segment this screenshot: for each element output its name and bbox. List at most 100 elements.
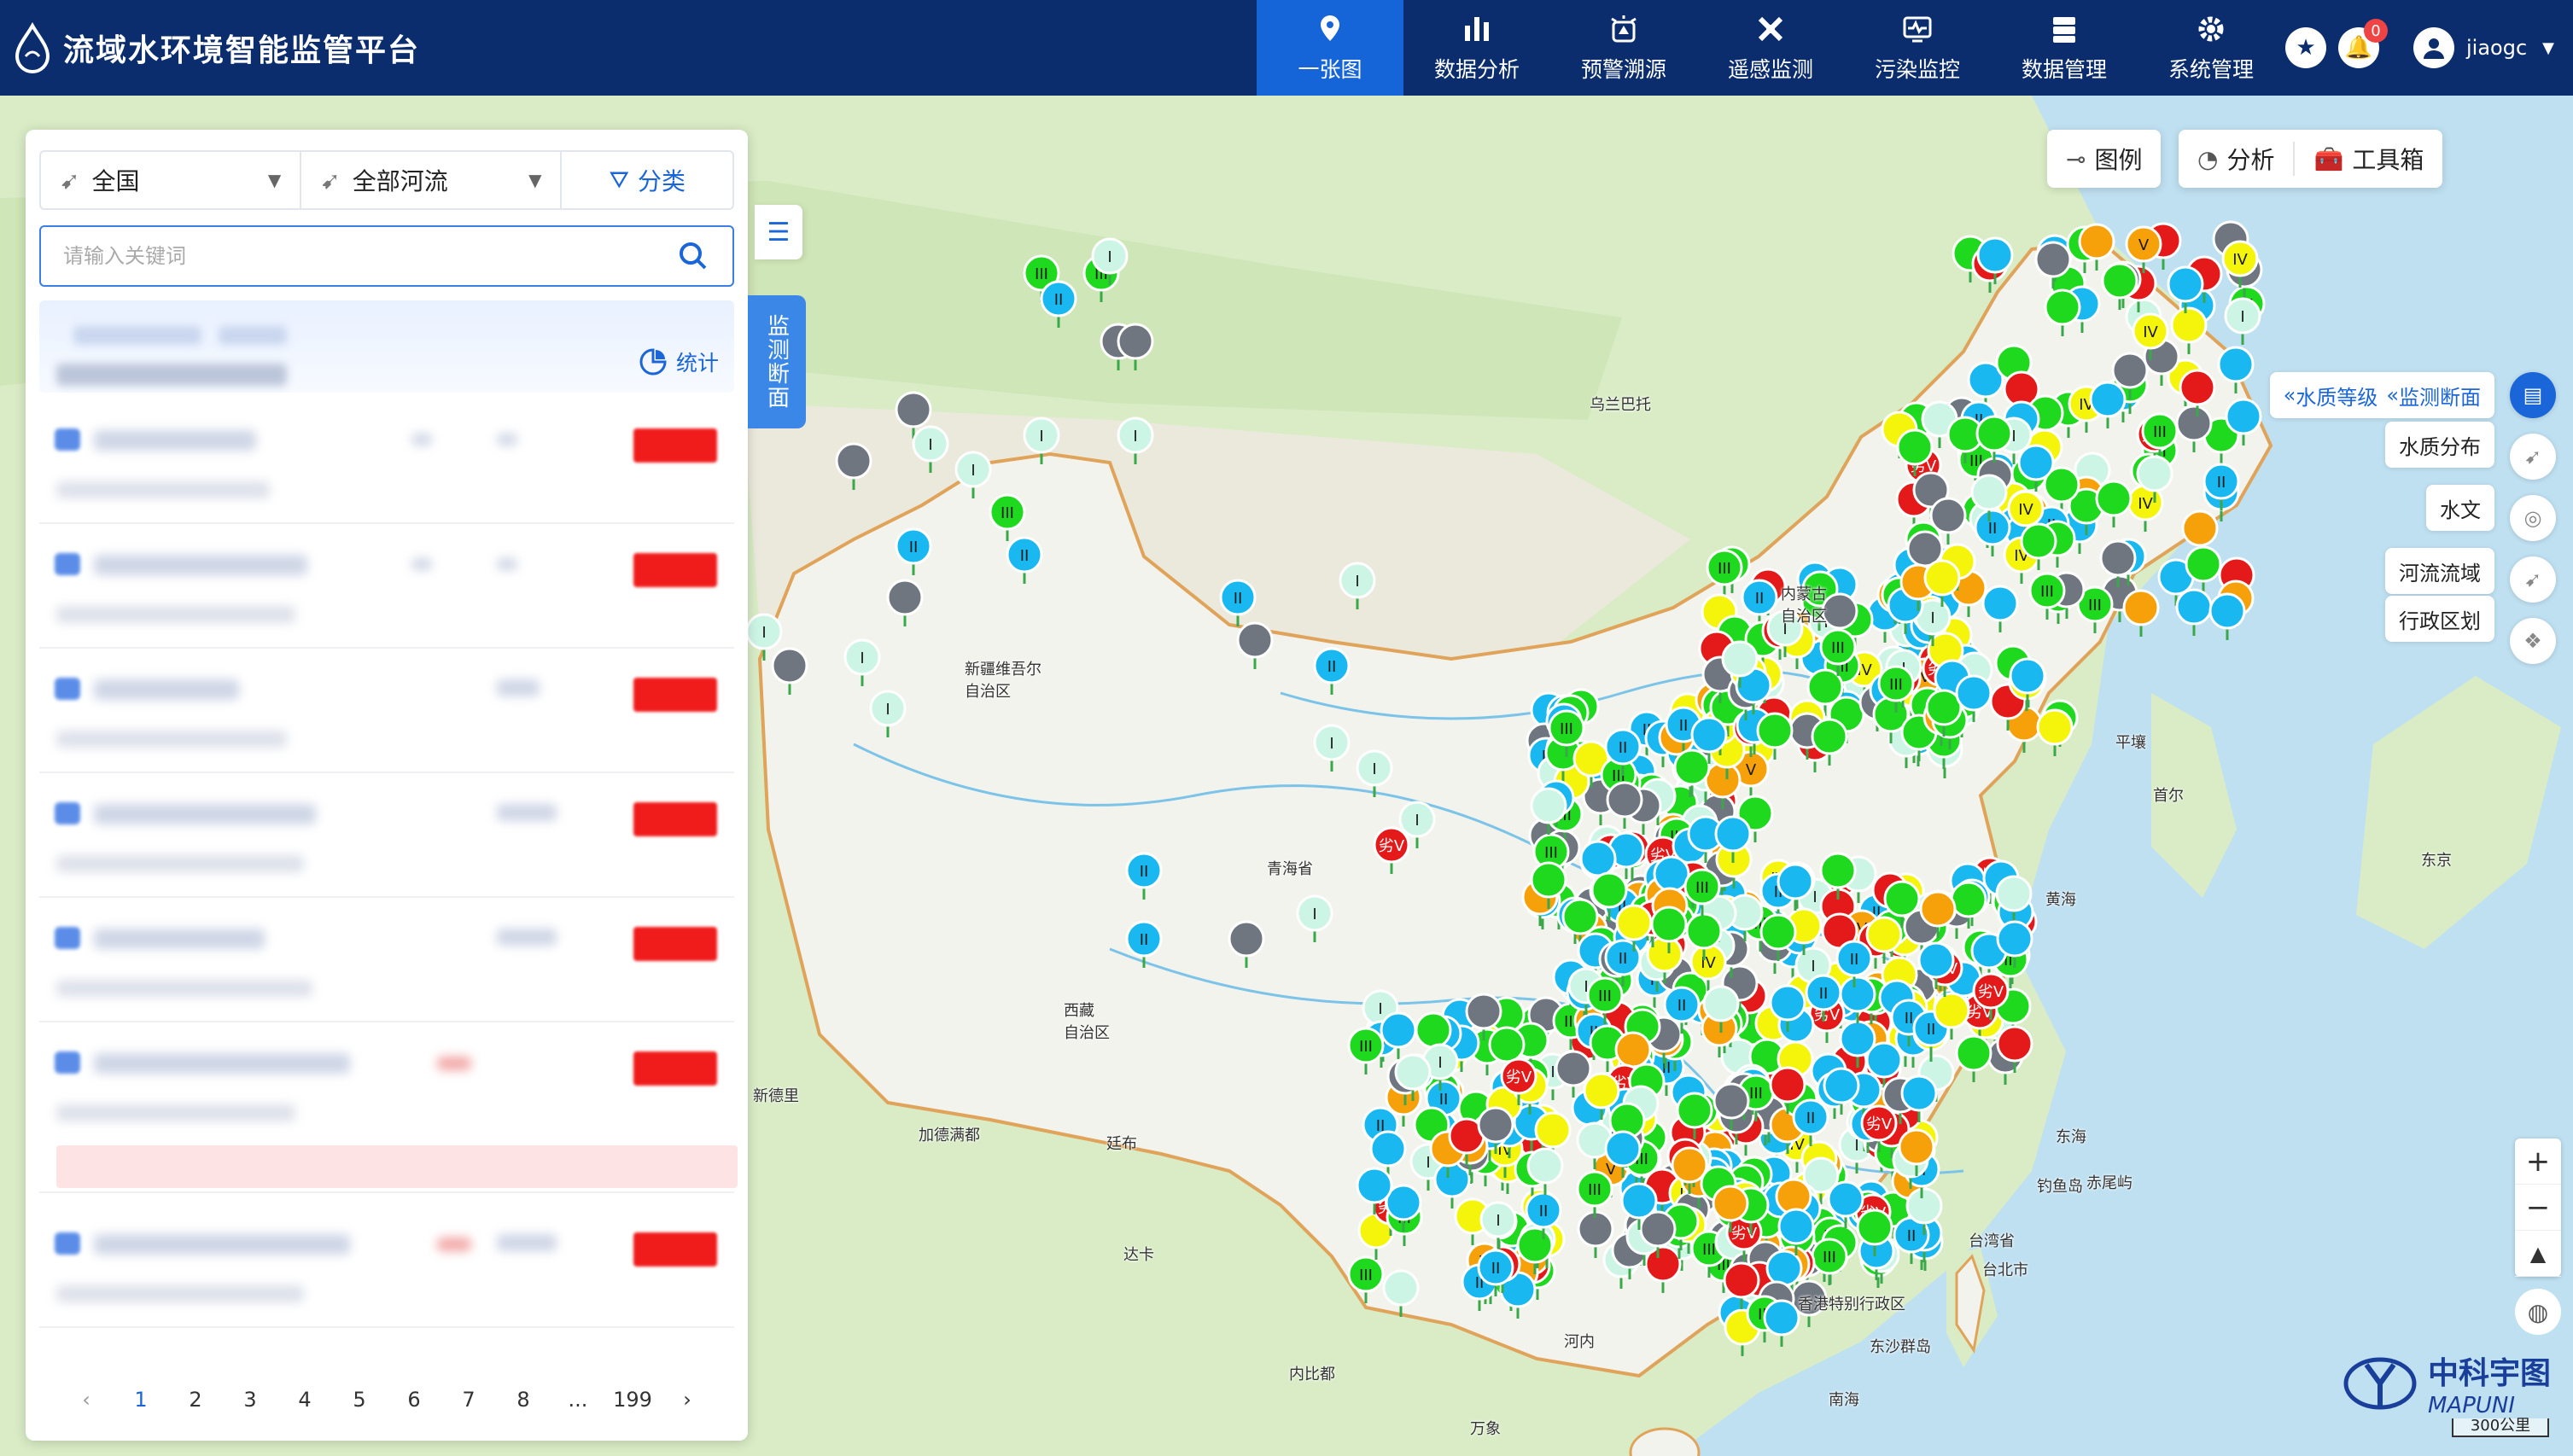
svg-text:I: I	[928, 436, 932, 454]
page-ellipsis[interactable]: ...	[551, 1388, 605, 1412]
notification-button[interactable]: 🔔 0	[2338, 19, 2388, 68]
globe-button[interactable]: ◍	[2515, 1289, 2561, 1335]
chevrons-left-icon: «	[2386, 383, 2399, 407]
search-input[interactable]	[63, 244, 676, 268]
stats-button[interactable]: 统计	[639, 347, 719, 377]
page-button[interactable]: 6	[387, 1388, 441, 1412]
svg-text:I: I	[971, 462, 975, 480]
place-label: 台湾省	[1969, 1232, 2015, 1250]
svg-text:I: I	[2240, 308, 2244, 326]
sort-option[interactable]	[73, 326, 201, 345]
section-link[interactable]: 监测断面	[2399, 381, 2481, 411]
site-detail	[56, 481, 270, 498]
pie-chart-icon	[639, 348, 667, 376]
page-button[interactable]: 2	[168, 1388, 223, 1412]
search-box	[39, 225, 734, 287]
site-detail	[56, 1104, 295, 1121]
layer-water-quality[interactable]: 水质分布	[2385, 422, 2494, 468]
svg-text:I: I	[1426, 1154, 1430, 1172]
svg-text:II: II	[1907, 1227, 1917, 1245]
chevrons-left-icon: «	[2283, 383, 2296, 407]
place-label: 香港特别行政区	[1798, 1296, 1905, 1313]
username[interactable]: jiaogc	[2466, 36, 2527, 60]
compass-button[interactable]: ▲	[2515, 1231, 2561, 1277]
nav-onemap[interactable]: 一张图	[1257, 0, 1403, 96]
svg-text:III: III	[1831, 639, 1845, 657]
avatar[interactable]	[2413, 27, 2454, 68]
hydrology-layer-icon[interactable]: ◎	[2510, 495, 2556, 541]
svg-text:III: III	[2088, 597, 2102, 614]
river-value: 全部河流	[352, 167, 448, 195]
sort-option[interactable]	[219, 326, 287, 345]
page-button[interactable]: 8	[496, 1388, 551, 1412]
page-button[interactable]: 4	[277, 1388, 332, 1412]
admin-layer-icon[interactable]: ❖	[2510, 618, 2556, 664]
nav-warning[interactable]: 预警溯源	[1550, 0, 1697, 96]
zoom-in-button[interactable]: +	[2515, 1139, 2561, 1185]
favorite-button[interactable]: ★	[2285, 27, 2326, 68]
zoom-out-button[interactable]: −	[2515, 1185, 2561, 1231]
next-page-button[interactable]: ›	[660, 1388, 715, 1412]
site-detail	[56, 731, 287, 748]
list-item[interactable]	[39, 773, 734, 898]
list-item[interactable]	[39, 649, 734, 773]
prev-page-button[interactable]: ‹	[59, 1388, 114, 1412]
svg-text:III: III	[1035, 265, 1048, 283]
monitoring-section-tab[interactable]: 监测断面	[748, 295, 806, 428]
satellite-icon	[1758, 16, 1783, 42]
river-icon: ➹	[320, 166, 341, 195]
layer-breadcrumb[interactable]: « 水质等级 « 监测断面	[2269, 372, 2494, 418]
list-item[interactable]	[39, 1203, 734, 1328]
page-button[interactable]: 1	[114, 1388, 168, 1412]
list-item[interactable]	[39, 898, 734, 1022]
result-summary	[56, 364, 287, 386]
page-button[interactable]: 7	[441, 1388, 496, 1412]
chevron-down-icon[interactable]: ▼	[2542, 39, 2554, 57]
toolbox-button[interactable]: 🧰 工具箱	[2295, 130, 2442, 188]
analysis-button[interactable]: ◔ 分析	[2179, 130, 2293, 188]
place-label: 东沙群岛	[1870, 1338, 1931, 1356]
place-label: 赤尾屿	[2086, 1174, 2132, 1192]
svg-text:III: III	[1001, 504, 1014, 522]
site-detail	[56, 606, 295, 623]
search-icon[interactable]	[676, 239, 710, 273]
classify-button[interactable]: ⛛ 分类	[562, 152, 732, 208]
svg-text:III: III	[2040, 583, 2054, 601]
list-item[interactable]	[39, 399, 734, 524]
gear-icon	[2198, 16, 2224, 42]
layer-basin[interactable]: 河流流域	[2385, 548, 2494, 594]
svg-text:V: V	[1746, 761, 1757, 779]
region-value: 全国	[91, 167, 140, 195]
nav-data-management[interactable]: 数据管理	[1991, 0, 2138, 96]
nav-remote-sensing[interactable]: 遥感监测	[1697, 0, 1844, 96]
river-select[interactable]: ➹ 全部河流 ▼	[301, 152, 563, 208]
legend-button[interactable]: ⊸ 图例	[2047, 130, 2161, 188]
nav-analysis[interactable]: 数据分析	[1403, 0, 1550, 96]
list-item[interactable]	[39, 524, 734, 649]
nav-pollution[interactable]: 污染监控	[1844, 0, 1991, 96]
site-icon	[55, 553, 80, 575]
nav-system[interactable]: 系统管理	[2138, 0, 2284, 96]
section-layer-icon[interactable]: ▤	[2510, 372, 2556, 418]
place-label: 台北市	[1982, 1261, 2028, 1279]
water-level-link[interactable]: 水质等级	[2296, 381, 2378, 411]
water-quality-layer-icon[interactable]: ➹	[2510, 434, 2556, 480]
layer-admin[interactable]: 行政区划	[2385, 596, 2494, 642]
svg-text:II: II	[1677, 997, 1687, 1015]
svg-text:IV: IV	[2232, 251, 2248, 269]
list-item[interactable]	[39, 1022, 738, 1193]
layer-hydrology[interactable]: 水文	[2426, 485, 2494, 531]
page-button[interactable]: 3	[223, 1388, 277, 1412]
svg-text:II: II	[1234, 590, 1243, 608]
notification-badge: 0	[2364, 19, 2388, 43]
region-select[interactable]: ➹ 全国 ▼	[41, 152, 302, 208]
collapse-panel-button[interactable]: ☰	[755, 205, 802, 259]
nav-label: 系统管理	[2168, 57, 2254, 82]
svg-text:劣V: 劣V	[1866, 1115, 1893, 1133]
svg-text:III: III	[1598, 987, 1612, 1005]
page-button[interactable]: 199	[605, 1388, 660, 1412]
svg-text:I: I	[1312, 906, 1316, 923]
page-button[interactable]: 5	[332, 1388, 387, 1412]
basin-layer-icon[interactable]: ➹	[2510, 556, 2556, 603]
place-label: 廷布	[1106, 1135, 1137, 1153]
